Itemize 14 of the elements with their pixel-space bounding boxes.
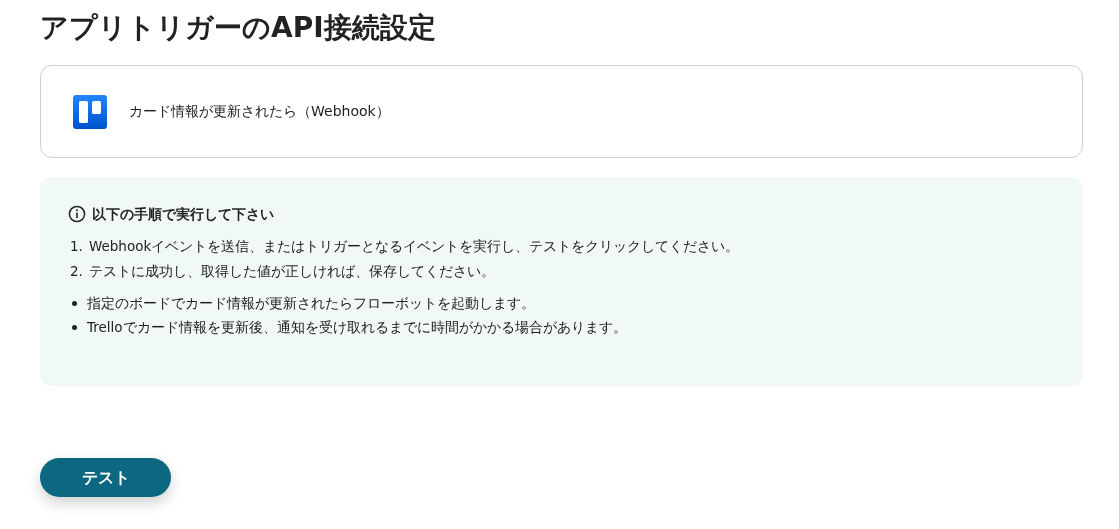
info-icon [68,205,86,224]
trigger-label: カード情報が更新されたら（Webhook） [129,102,390,121]
info-heading: 以下の手順で実行して下さい [92,205,274,224]
bullet-icon [72,300,77,306]
page-title: アプリトリガーのAPI接続設定 [40,10,437,46]
bullet-icon [72,324,77,330]
step-text: テストに成功し、取得した値が正しければ、保存してください。 [88,262,495,282]
test-button[interactable]: テスト [40,458,171,497]
board-icon [73,94,107,129]
note-text: Trelloでカード情報を更新後、通知を受け取れるまでに時間がかかる場合があります。 [87,318,627,338]
step-number: 2. [70,262,83,282]
step-number: 1. [70,237,83,257]
note-text: 指定のボードでカード情報が更新されたらフローボットを起動します。 [87,294,535,314]
step-text: Webhookイベントを送信、またはトリガーとなるイベントを実行し、テストをクリックしてください。 [88,237,740,257]
